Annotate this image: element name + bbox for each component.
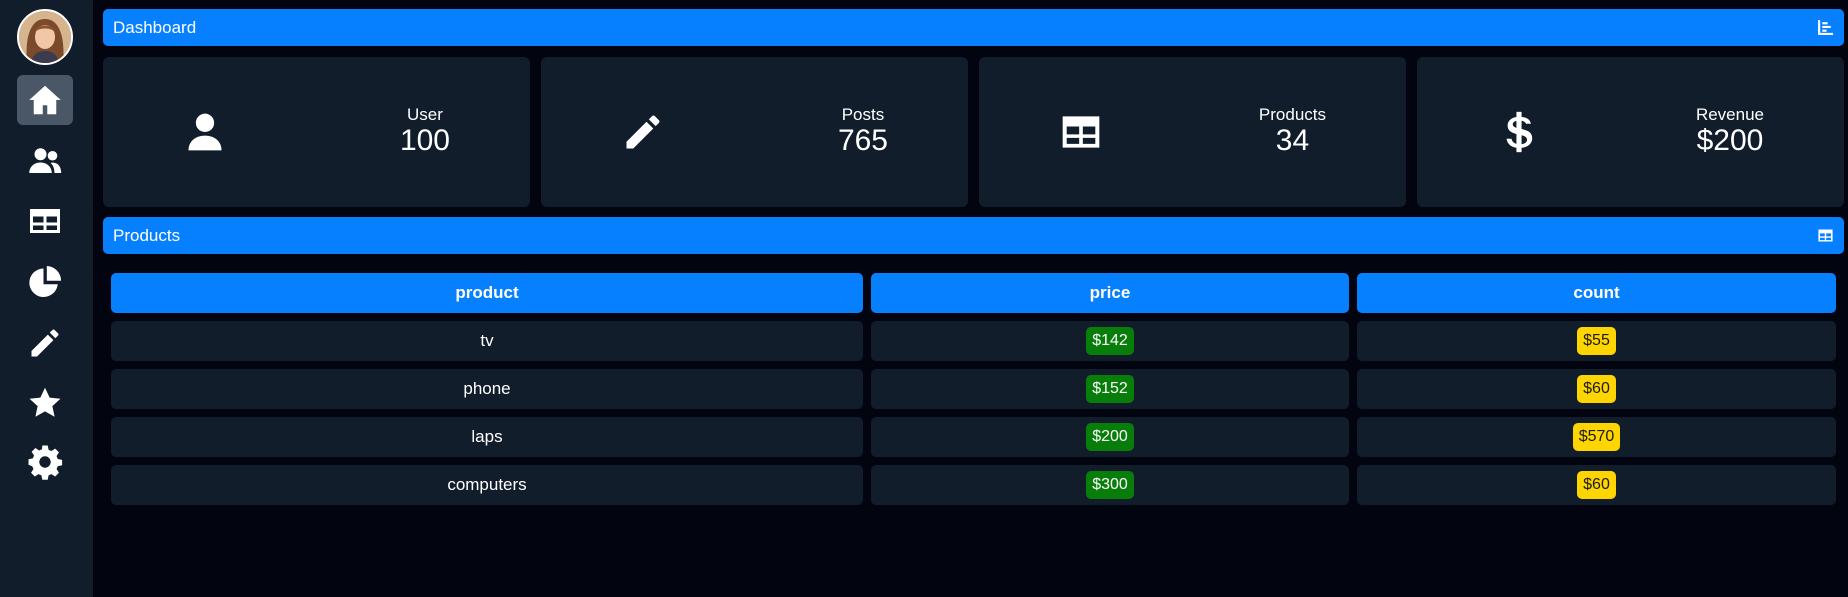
count-cell: $55 [1357,321,1836,361]
count-cell: $570 [1357,417,1836,457]
count-cell: $60 [1357,369,1836,409]
nav-favorites[interactable] [17,378,73,428]
pencil-icon [31,329,59,357]
products-title: Products [113,225,181,245]
count-badge: $55 [1577,327,1616,355]
price-cell: $300 [871,465,1349,505]
sidebar [0,0,93,597]
count-badge: $60 [1577,471,1616,499]
stat-label: Products [1258,105,1326,124]
stat-label: User [407,105,443,124]
nav-pie-chart[interactable] [17,257,73,307]
count-badge: $60 [1577,375,1616,403]
table-icon[interactable] [1817,227,1834,244]
column-header-product[interactable]: product [111,273,863,313]
product-cell: phone [111,369,863,409]
price-badge: $200 [1086,423,1134,451]
user-icon [188,113,222,151]
price-badge: $152 [1086,375,1134,403]
dollar-icon [1506,111,1533,153]
price-cell: $142 [871,321,1349,361]
stat-label: Posts [841,105,885,124]
star-icon [29,387,61,417]
nav-table[interactable] [17,196,73,246]
price-badge: $300 [1086,471,1134,499]
nav-settings[interactable] [17,437,73,487]
pie-chart-icon [29,265,62,297]
nav-posts[interactable] [17,318,73,368]
stat-label: Revenue [1695,105,1764,124]
count-badge: $570 [1572,423,1621,451]
nav-home[interactable] [17,75,73,125]
nav-users[interactable] [17,136,73,186]
stat-value: 765 [837,124,888,157]
stat-card-revenue[interactable]: Revenue $200 [1417,57,1844,207]
table-icon [1062,116,1100,148]
gear-icon [28,445,63,480]
price-cell: $200 [871,417,1349,457]
bar-chart-icon[interactable] [1817,19,1834,36]
stat-card-products[interactable]: Products 34 [979,57,1406,207]
user-avatar[interactable] [17,9,73,65]
dashboard-header-bar: Dashboard [103,9,1844,46]
products-header-bar: Products [103,217,1844,254]
stat-card-user[interactable]: User 100 [103,57,530,207]
price-cell: $152 [871,369,1349,409]
stat-card-posts[interactable]: Posts 765 [541,57,968,207]
price-badge: $142 [1086,327,1134,355]
product-cell: tv [111,321,863,361]
dashboard-title: Dashboard [113,17,197,37]
stat-value: 34 [1275,124,1310,157]
count-cell: $60 [1357,465,1836,505]
users-icon [29,148,62,173]
product-cell: computers [111,465,863,505]
avatar-image [19,11,71,63]
home-icon [29,85,61,115]
product-cell: laps [111,417,863,457]
stat-value: 100 [399,124,450,157]
pencil-icon [626,115,660,149]
column-header-count[interactable]: count [1357,273,1836,313]
column-header-price[interactable]: price [871,273,1349,313]
stat-value: $200 [1696,124,1764,157]
table-icon [30,209,60,233]
